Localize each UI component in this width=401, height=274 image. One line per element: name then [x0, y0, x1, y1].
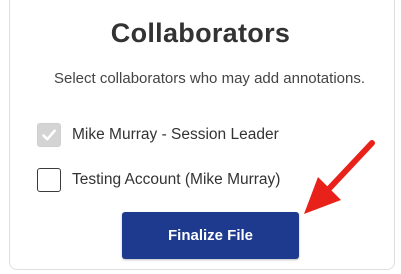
collaborator-option-testing-account[interactable]: Testing Account (Mike Murray) — [37, 168, 280, 192]
finalize-file-button[interactable]: Finalize File — [122, 212, 299, 259]
checkmark-icon — [42, 129, 56, 141]
collaborators-screen: Collaborators Select collaborators who m… — [0, 0, 401, 274]
testing-account-checkbox[interactable] — [37, 168, 61, 192]
session-leader-label: Mike Murray - Session Leader — [72, 126, 279, 143]
dialog-subtitle: Select collaborators who may add annotat… — [53, 70, 365, 87]
session-leader-checkbox — [37, 123, 61, 147]
testing-account-label[interactable]: Testing Account (Mike Murray) — [72, 171, 280, 189]
collaborator-option-session-leader: Mike Murray - Session Leader — [37, 123, 279, 147]
dialog-title: Collaborators — [110, 18, 291, 48]
